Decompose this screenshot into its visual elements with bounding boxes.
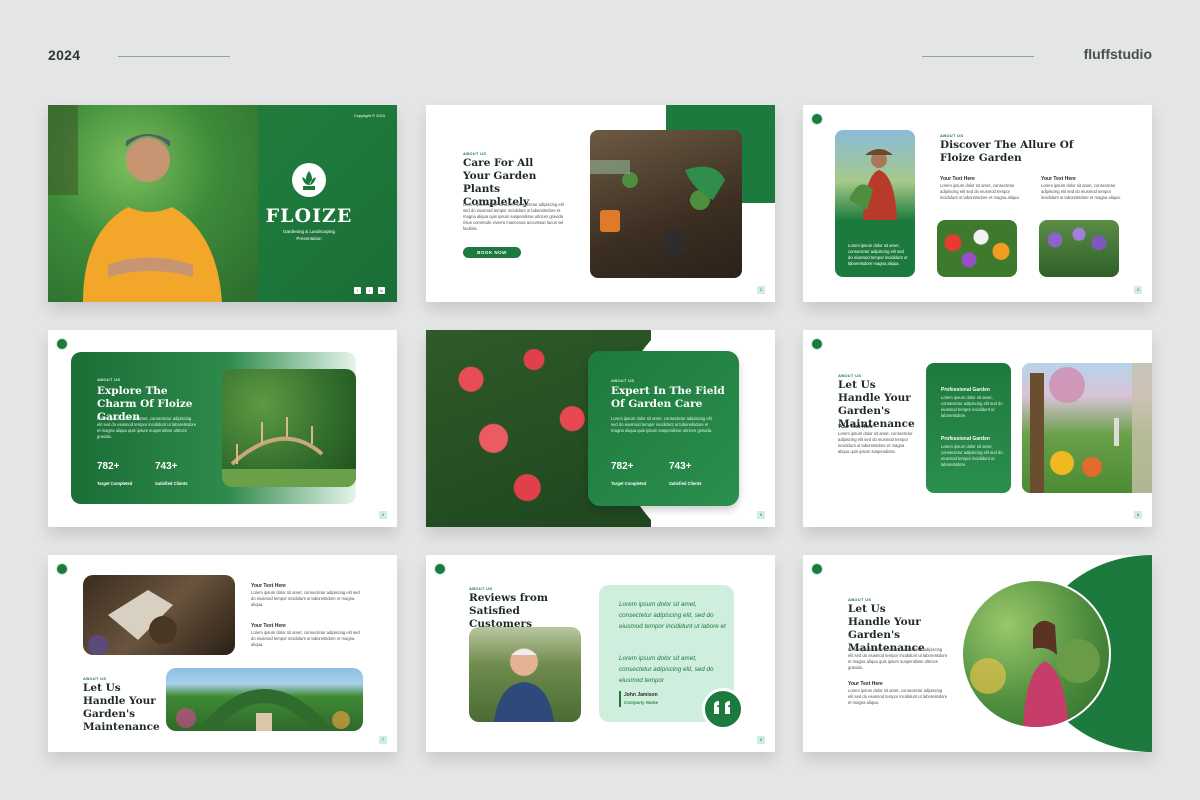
page-number: 6	[1134, 511, 1142, 519]
cover-title: FLOIZE	[265, 205, 353, 227]
soil-photo	[83, 575, 235, 655]
about-tag: ABOUT US	[611, 378, 635, 383]
sub-heading: Your Text Here	[848, 681, 883, 687]
about-tag: ABOUT US	[83, 676, 107, 681]
stat-target-completed: 782+ Target Completed	[611, 461, 646, 490]
planting-photo	[590, 130, 742, 278]
card-1-title: Professional Garden	[941, 387, 990, 393]
gardener-circle-photo	[961, 579, 1111, 729]
stat-satisfied-clients: 743+ Satisfied Clients	[155, 461, 188, 490]
flowers-photo-2	[1039, 220, 1119, 277]
slide-5-expert[interactable]: ABOUT US Expert In The Field Of Garden C…	[426, 330, 775, 527]
brand-logo-icon	[811, 113, 823, 125]
slide-1-cover[interactable]: Copyright © 2024 FLOIZE Gardening & Land…	[48, 105, 397, 302]
sub-heading: Your Text Here	[838, 424, 873, 430]
stat-target-completed: 782+ Target Completed	[97, 461, 132, 490]
slide-body: Lorem ipsum dolor sit amet, consectetur …	[838, 431, 913, 454]
cover-logo-icon	[292, 163, 326, 197]
brand-logo-icon	[56, 338, 68, 350]
body-text-2: Lorem ipsum dolor sit amet, consectetur …	[251, 630, 360, 647]
header-divider-right	[922, 56, 1034, 57]
park-photo	[1022, 363, 1152, 493]
slide-body: Lorem ipsum dolor sit amet, consectetur …	[463, 202, 564, 231]
stat-satisfied-clients: 743+ Satisfied Clients	[669, 461, 702, 490]
social-twitter-icon[interactable]: t	[366, 287, 373, 294]
about-tag: ABOUT US	[940, 133, 964, 138]
about-tag: ABOUT US	[97, 377, 121, 382]
cover-copyright: Copyright © 2024	[353, 113, 385, 118]
slide-9-handle[interactable]: ABOUT US Let Us Handle Your Garden's Mai…	[803, 555, 1152, 752]
page-number: 4	[379, 511, 387, 519]
slide-7-maintenance[interactable]: Your Text Here Lorem ipsum dolor sit ame…	[48, 555, 397, 752]
slide-title: Let Us Handle Your Garden's Maintenance	[83, 682, 160, 733]
stat-value: 782+	[611, 461, 634, 472]
cover-photo-gardener	[48, 105, 258, 302]
brand-logo-icon	[811, 563, 823, 575]
flowers-photo-1	[937, 220, 1017, 277]
stat-value: 743+	[155, 461, 178, 472]
about-tag: ABOUT US	[469, 586, 493, 591]
card-2-title: Professional Garden	[941, 436, 990, 442]
stat-label: Satisfied Clients	[155, 481, 188, 486]
sub-heading-1: Your Text Here	[251, 583, 286, 589]
stat-label: Satisfied Clients	[669, 481, 702, 486]
card-1-body: Lorem ipsum dolor sit amet, consectetur …	[941, 395, 1003, 418]
brand-logo-icon	[811, 338, 823, 350]
arch-garden-photo	[166, 668, 363, 731]
slide-4-explore[interactable]: ABOUT US Explore The Charm Of Floize Gar…	[48, 330, 397, 527]
body-text-2: Lorem ipsum dolor sit amet, consectetur …	[1041, 183, 1121, 200]
sub-heading-2: Your Text Here	[1041, 176, 1076, 182]
reviewer-name: John Jamison	[624, 692, 658, 698]
header-divider-left	[118, 56, 230, 57]
social-linkedin-icon[interactable]: in	[378, 287, 385, 294]
slide-3-discover[interactable]: Lorem ipsum dolor sit amet, consectetur …	[803, 105, 1152, 302]
card-text: Lorem ipsum dolor sit amet, consectetur …	[848, 243, 908, 266]
brand-logo-icon	[56, 563, 68, 575]
social-facebook-icon[interactable]: f	[354, 287, 361, 294]
review-quote-1: Lorem ipsum dolor sit amet, consectetur …	[619, 601, 726, 630]
page-number: 7	[379, 736, 387, 744]
about-tag: ABOUT US	[848, 597, 872, 602]
book-now-button[interactable]: BOOK NOW	[463, 247, 521, 258]
header-year: 2024	[48, 47, 81, 63]
stat-value: 743+	[669, 461, 692, 472]
slide-6-handle[interactable]: ABOUT US Let Us Handle Your Garden's Mai…	[803, 330, 1152, 527]
header-brand: fluffstudio	[1083, 46, 1152, 62]
sub-heading-2: Your Text Here	[251, 623, 286, 629]
slide-body: Lorem ipsum dolor sit amet, consectetur …	[97, 416, 197, 439]
slide-8-reviews[interactable]: ABOUT US Reviews from Satisfied Customer…	[426, 555, 775, 752]
reviewer-accent-bar	[619, 691, 621, 707]
cover-subtitle: Gardening & Landscaping	[282, 229, 336, 234]
review-quote-2: Lorem ipsum dolor sit amet, consectetur …	[619, 655, 714, 684]
page-number: 8	[757, 736, 765, 744]
quote-mark-icon	[702, 688, 744, 730]
body-text-1: Lorem ipsum dolor sit amet, consectetur …	[251, 590, 360, 607]
services-card	[926, 363, 1011, 493]
slide-title: Reviews from Satisfied Customers	[469, 592, 548, 630]
slide-body: Lorem ipsum dolor sit amet, consectetur …	[848, 647, 948, 670]
slide-body: Lorem ipsum dolor sit amet, consectetur …	[611, 416, 713, 433]
page-number: 5	[757, 511, 765, 519]
stat-value: 782+	[97, 461, 120, 472]
slide-title: Expert In The Field Of Garden Care	[611, 385, 725, 410]
customer-photo	[469, 627, 581, 722]
reviewer-company: Company Name	[624, 700, 659, 705]
about-tag: ABOUT US	[838, 373, 862, 378]
about-tag: ABOUT US	[463, 151, 487, 156]
garden-bridge-photo	[222, 369, 356, 487]
cover-subtitle-2: Presentation	[296, 236, 322, 241]
slide-2-care[interactable]: ABOUT US Care For All Your Garden Plants…	[426, 105, 775, 302]
stat-label: Target Completed	[611, 481, 647, 486]
stat-label: Target Completed	[97, 481, 133, 486]
page-number: 2	[757, 286, 765, 294]
page-number: 3	[1134, 286, 1142, 294]
card-2-body: Lorem ipsum dolor sit amet, consectetur …	[941, 444, 1003, 467]
body-text-2: Lorem ipsum dolor sit amet, consectetur …	[848, 688, 948, 705]
brand-logo-icon	[434, 563, 446, 575]
body-text-1: Lorem ipsum dolor sit amet, consectetur …	[940, 183, 1020, 200]
slide-title: Discover The Allure Of Floize Garden	[940, 139, 1074, 164]
sub-heading-1: Your Text Here	[940, 176, 975, 182]
